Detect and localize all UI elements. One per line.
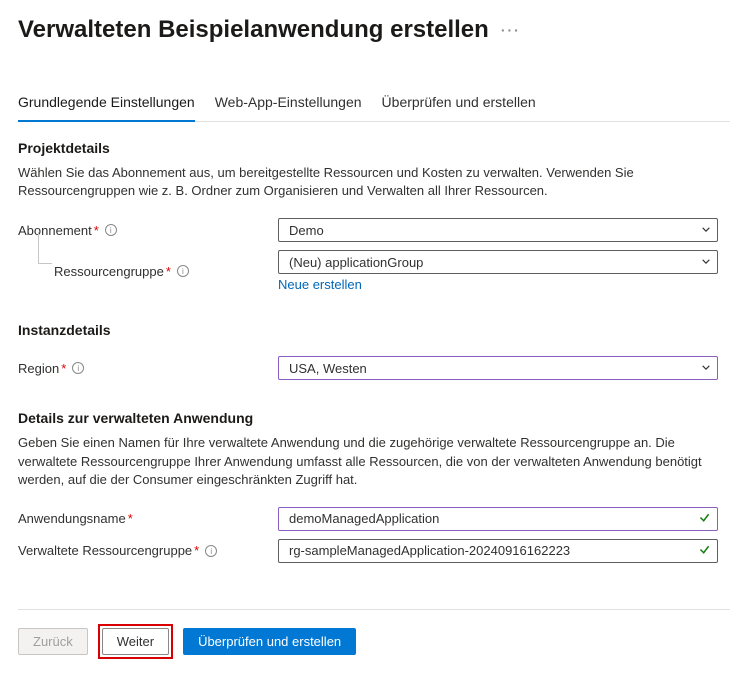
project-details-heading: Projektdetails [18, 140, 730, 156]
subscription-select[interactable]: Demo [278, 218, 718, 242]
tab-review-create[interactable]: Überprüfen und erstellen [382, 88, 536, 122]
appname-value: demoManagedApplication [289, 511, 439, 526]
appname-label: Anwendungsname [18, 511, 126, 526]
subscription-value: Demo [289, 223, 324, 238]
chevron-down-icon [701, 361, 711, 376]
chevron-down-icon [701, 255, 711, 270]
managed-rg-input[interactable]: rg-sampleManagedApplication-202409161622… [278, 539, 718, 563]
subscription-label: Abonnement [18, 223, 92, 238]
project-details-description: Wählen Sie das Abonnement aus, um bereit… [18, 164, 718, 200]
appname-input[interactable]: demoManagedApplication [278, 507, 718, 531]
managed-rg-value: rg-sampleManagedApplication-202409161622… [289, 543, 570, 558]
managed-app-details-heading: Details zur verwalteten Anwendung [18, 410, 730, 426]
required-indicator: * [61, 361, 66, 376]
more-actions-icon[interactable]: ··· [501, 22, 521, 38]
validation-check-icon [698, 543, 711, 559]
region-label: Region [18, 361, 59, 376]
create-new-resourcegroup-link[interactable]: Neue erstellen [278, 277, 362, 292]
required-indicator: * [94, 223, 99, 238]
highlight-box: Weiter [98, 624, 173, 659]
info-icon[interactable]: i [205, 545, 217, 557]
required-indicator: * [128, 511, 133, 526]
region-select[interactable]: USA, Westen [278, 356, 718, 380]
instance-details-heading: Instanzdetails [18, 322, 730, 338]
validation-check-icon [698, 511, 711, 527]
region-value: USA, Westen [289, 361, 367, 376]
resourcegroup-value: (Neu) applicationGroup [289, 255, 423, 270]
next-button[interactable]: Weiter [102, 628, 169, 655]
back-button: Zurück [18, 628, 88, 655]
managed-rg-label: Verwaltete Ressourcengruppe [18, 543, 192, 558]
resourcegroup-label: Ressourcengruppe [54, 264, 164, 279]
resourcegroup-select[interactable]: (Neu) applicationGroup [278, 250, 718, 274]
tab-basic-settings[interactable]: Grundlegende Einstellungen [18, 88, 195, 122]
info-icon[interactable]: i [105, 224, 117, 236]
page-title: Verwalteten Beispielanwendung erstellen [18, 16, 489, 44]
tree-connector [38, 232, 52, 264]
info-icon[interactable]: i [177, 265, 189, 277]
required-indicator: * [166, 264, 171, 279]
tab-webapp-settings[interactable]: Web-App-Einstellungen [215, 88, 362, 122]
info-icon[interactable]: i [72, 362, 84, 374]
review-create-button[interactable]: Überprüfen und erstellen [183, 628, 356, 655]
footer-bar: Zurück Weiter Überprüfen und erstellen [18, 609, 730, 659]
managed-app-details-description: Geben Sie einen Namen für Ihre verwaltet… [18, 434, 718, 489]
tabs: Grundlegende Einstellungen Web-App-Einst… [18, 88, 730, 122]
chevron-down-icon [701, 223, 711, 238]
required-indicator: * [194, 543, 199, 558]
